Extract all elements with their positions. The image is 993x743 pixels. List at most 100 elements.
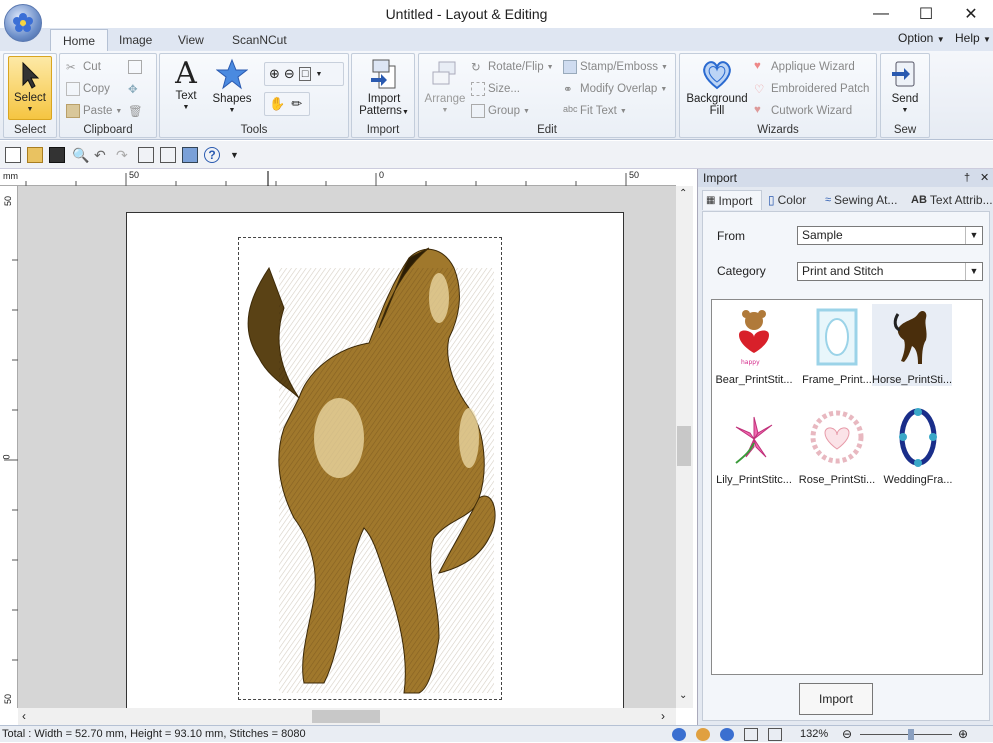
text-attr-tab-icon: AB: [911, 194, 927, 206]
embroidered-patch-button[interactable]: ♡ Embroidered Patch: [754, 82, 869, 96]
view-mode-icon[interactable]: [672, 728, 686, 741]
pan-hand-icon[interactable]: ✋: [269, 96, 285, 112]
star-shapes-icon: [215, 58, 249, 90]
arrange-button[interactable]: Arrange ▼: [423, 60, 467, 117]
rotate-icon: ↻: [471, 62, 481, 74]
paste-icon: [66, 104, 80, 118]
option-menu[interactable]: Option ▼: [898, 31, 945, 45]
save-icon[interactable]: [49, 147, 65, 163]
group-icon: [471, 104, 485, 118]
applique-wizard-button[interactable]: ♥ Applique Wizard: [754, 60, 855, 74]
cutwork-label: Cutwork Wizard: [771, 105, 853, 117]
zoom-fit-icon[interactable]: □: [298, 67, 312, 81]
realistic-view-icon[interactable]: [182, 147, 198, 163]
scroll-up-icon[interactable]: ⌃: [679, 188, 687, 199]
horse-embroidery[interactable]: [239, 238, 501, 699]
scroll-left-icon[interactable]: ‹: [22, 709, 26, 723]
duplicate-button[interactable]: [128, 60, 142, 74]
zoom-slider-thumb[interactable]: [908, 729, 914, 740]
grid-icon[interactable]: [744, 728, 758, 741]
maximize-button[interactable]: ☐: [903, 2, 949, 26]
tab-color[interactable]: ▯ Color: [768, 190, 806, 210]
pattern-item-bear[interactable]: happy Bear_PrintStit...: [714, 304, 794, 386]
pattern-item-rose[interactable]: Rose_PrintSti...: [797, 404, 877, 486]
zoom-out-icon[interactable]: ⊖: [842, 726, 852, 743]
pattern-item-wedding-frame[interactable]: WeddingFra...: [878, 404, 958, 486]
shapes-label: Shapes: [212, 93, 252, 105]
app-menu-button[interactable]: [4, 4, 42, 42]
size-button[interactable]: Size...: [471, 82, 520, 96]
tab-view[interactable]: View: [166, 29, 216, 51]
stitch-mode-icon[interactable]: [720, 728, 734, 741]
tab-text-attributes[interactable]: AB Text Attrib...: [911, 190, 993, 210]
redo-icon[interactable]: ↷: [116, 147, 132, 163]
shapes-button[interactable]: Shapes ▼: [210, 58, 254, 117]
pattern-list[interactable]: happy Bear_PrintStit... Frame_Print... H…: [711, 299, 983, 675]
import-patterns-button[interactable]: Import Patterns▼: [356, 58, 412, 119]
cutwork-wizard-button[interactable]: ♥ Cutwork Wizard: [754, 104, 852, 118]
import-button[interactable]: Import: [799, 683, 873, 715]
horizontal-scrollbar[interactable]: ‹ ›: [18, 708, 676, 725]
zoom-slider[interactable]: [860, 734, 952, 735]
select-group-label: Select: [14, 124, 46, 136]
help-icon[interactable]: ?: [204, 147, 220, 163]
status-bar: Total : Width = 52.70 mm, Height = 93.10…: [0, 725, 993, 742]
select-button[interactable]: Select ▼: [8, 56, 52, 120]
pan-tools: ✋ ✏: [264, 92, 310, 116]
undo-icon[interactable]: ↶: [94, 147, 110, 163]
tab-image[interactable]: Image: [107, 29, 164, 51]
cut-button[interactable]: ✂ Cut: [66, 60, 101, 74]
page-icon[interactable]: [768, 728, 782, 741]
category-select[interactable]: Print and Stitch ▼: [797, 262, 983, 281]
category-label: Category: [717, 264, 766, 278]
pattern-item-horse[interactable]: Horse_PrintSti...: [872, 304, 952, 386]
group-button[interactable]: Group ▼: [471, 104, 530, 118]
tab-home[interactable]: Home: [50, 29, 109, 51]
text-button[interactable]: A Text ▼: [166, 58, 206, 114]
pattern-item-lily[interactable]: Lily_PrintStitc...: [714, 404, 794, 486]
rotate-flip-button[interactable]: ↻ Rotate/Flip ▼: [471, 60, 554, 74]
scroll-down-icon[interactable]: ⌄: [679, 690, 687, 701]
close-button[interactable]: ✕: [948, 2, 993, 26]
customize-qat-icon[interactable]: ▼: [230, 147, 246, 163]
delete-button[interactable]: 🗑: [128, 104, 143, 118]
zoom-in-icon[interactable]: ⊕: [269, 66, 280, 82]
stamp-emboss-button[interactable]: Stamp/Emboss ▼: [563, 60, 668, 74]
new-file-icon[interactable]: [5, 147, 21, 163]
panel-close-icon[interactable]: ✕: [980, 169, 989, 187]
selection-box[interactable]: [238, 237, 502, 700]
arrange-icon: [432, 61, 456, 85]
modify-overlap-button[interactable]: ⚭ Modify Overlap ▼: [563, 82, 667, 96]
tab-sewing-attributes[interactable]: ≈ Sewing At...: [825, 190, 897, 210]
frame-pattern-thumbnail: [807, 304, 867, 370]
preview-icon[interactable]: 🔍: [72, 147, 89, 163]
send-button[interactable]: Send ▼: [885, 58, 925, 117]
patch-label: Embroidered Patch: [771, 83, 870, 95]
realistic-mode-icon[interactable]: [696, 728, 710, 741]
vertical-scroll-thumb[interactable]: [677, 426, 691, 466]
measure-icon[interactable]: ✏: [291, 96, 302, 112]
flower-icon: [13, 13, 33, 32]
point-edit-button[interactable]: ✥: [128, 82, 142, 96]
stamp-label: Stamp/Emboss: [580, 61, 658, 73]
paste-button[interactable]: Paste ▼: [66, 104, 122, 118]
pattern-item-frame[interactable]: Frame_Print...: [797, 304, 877, 386]
open-folder-icon[interactable]: [27, 147, 43, 163]
tab-scanncut[interactable]: ScanNCut: [220, 29, 299, 51]
horizontal-scroll-thumb[interactable]: [312, 710, 380, 723]
pin-icon[interactable]: †: [964, 169, 970, 187]
heart-fill-icon: [703, 61, 731, 90]
copy-button[interactable]: Copy: [66, 82, 110, 96]
background-fill-button[interactable]: Background Fill: [684, 58, 750, 117]
zoom-out-icon[interactable]: ⊖: [284, 66, 295, 82]
fit-text-button[interactable]: abc Fit Text ▼: [563, 104, 627, 118]
design-page-icon[interactable]: [160, 147, 176, 163]
tab-import[interactable]: ▦ Import: [702, 190, 762, 210]
design-property-icon[interactable]: [138, 147, 154, 163]
zoom-in-icon[interactable]: ⊕: [958, 726, 968, 743]
from-select[interactable]: Sample ▼: [797, 226, 983, 245]
scroll-right-icon[interactable]: ›: [661, 709, 665, 723]
vertical-scrollbar[interactable]: ⌃ ⌄: [676, 186, 693, 708]
minimize-button[interactable]: —: [858, 2, 904, 26]
help-menu[interactable]: Help ▼: [955, 31, 991, 45]
